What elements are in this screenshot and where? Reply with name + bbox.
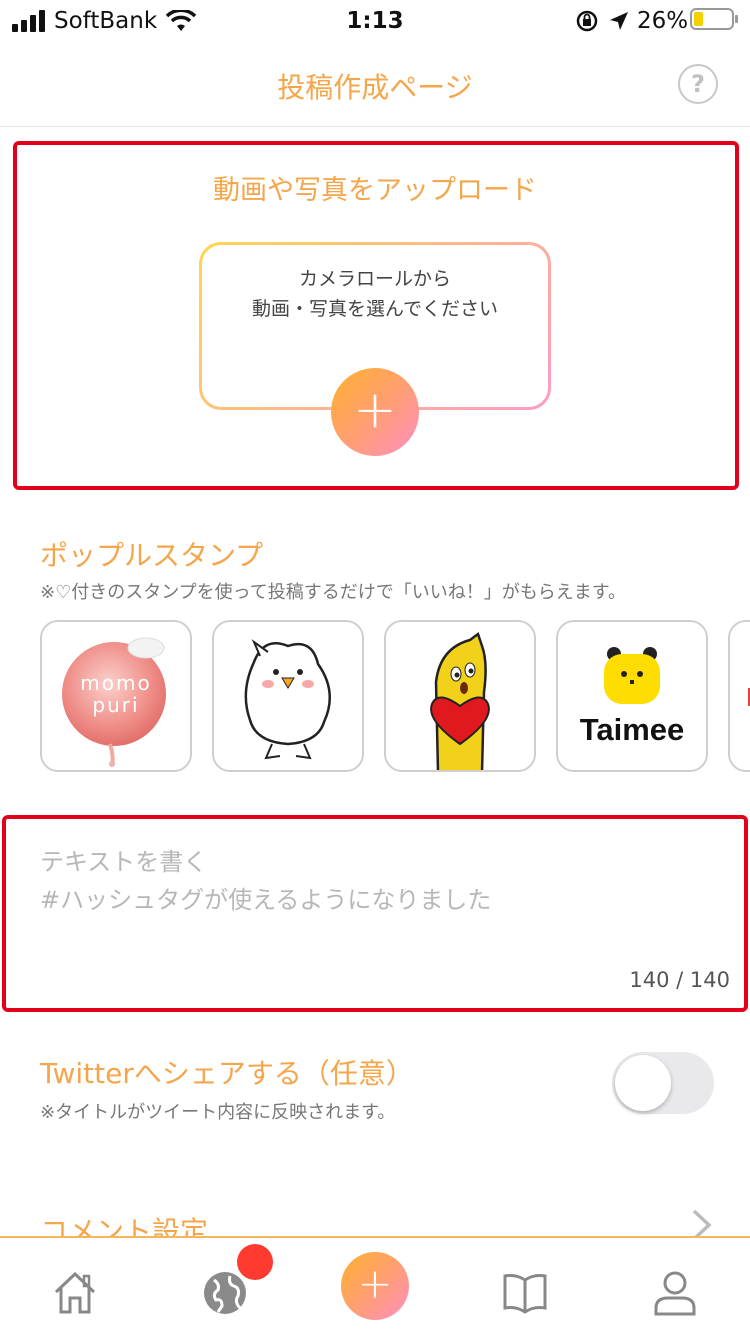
text-placeholder-line-1: テキストを書く	[40, 848, 208, 876]
upload-title: 動画や写真をアップロード	[213, 175, 537, 206]
upload-instructions: カメラロールから 動画・写真を選んでください	[199, 264, 551, 324]
stamps-note: ※♡付きのスタンプを使って投稿するだけで「いいね！」がもらえます。	[40, 582, 626, 603]
momo-puri-logo: momo puri	[80, 671, 152, 717]
taimee-logo: Taimee	[579, 712, 685, 747]
page-title: 投稿作成ページ	[277, 71, 473, 104]
stamp-partial[interactable]	[728, 620, 750, 772]
rotation-lock-icon	[576, 10, 598, 32]
status-bar: SoftBank 1:13 26%	[0, 0, 750, 42]
profile-icon	[654, 1271, 696, 1316]
white-bird-image	[244, 639, 331, 760]
banana-heart-image	[430, 631, 490, 770]
home-icon	[54, 1271, 96, 1314]
help-button[interactable]: ?	[678, 64, 718, 104]
notification-badge	[237, 1244, 273, 1280]
battery-percent: 26%	[637, 8, 689, 34]
stamp-momo-puri[interactable]: momo puri	[40, 620, 192, 772]
tab-bar: +	[0, 1236, 750, 1336]
battery-icon	[690, 8, 734, 30]
char-counter: 140 / 140	[629, 968, 730, 992]
twitter-share-title: Twitterへシェアする（任意）	[40, 1057, 414, 1090]
tab-guide[interactable]	[500, 1268, 550, 1318]
upload-line-1: カメラロールから	[298, 268, 451, 290]
text-placeholder-line-2: #ハッシュタグが使えるようになりました	[40, 886, 492, 914]
twitter-share-note: ※タイトルがツイート内容に反映されます。	[40, 1102, 396, 1123]
stamp-white-bird[interactable]	[212, 620, 364, 772]
twitter-share-toggle[interactable]	[612, 1052, 714, 1114]
stamp-banana-heart[interactable]	[384, 620, 536, 772]
tab-post-button[interactable]: +	[341, 1252, 409, 1320]
header-divider	[0, 126, 750, 127]
location-arrow-icon	[610, 12, 628, 30]
taimee-mascot-icon	[604, 647, 660, 704]
tab-profile[interactable]	[650, 1268, 700, 1318]
stamps-title: ポップルスタンプ	[40, 539, 264, 572]
battery-tip	[735, 15, 738, 23]
tab-home[interactable]	[50, 1268, 100, 1318]
book-icon	[503, 1274, 547, 1314]
stamp-taimee[interactable]: Taimee	[556, 620, 708, 772]
toggle-knob	[615, 1055, 671, 1111]
upload-add-button[interactable]: +	[331, 368, 419, 456]
upload-line-2: 動画・写真を選んでください	[251, 298, 499, 320]
